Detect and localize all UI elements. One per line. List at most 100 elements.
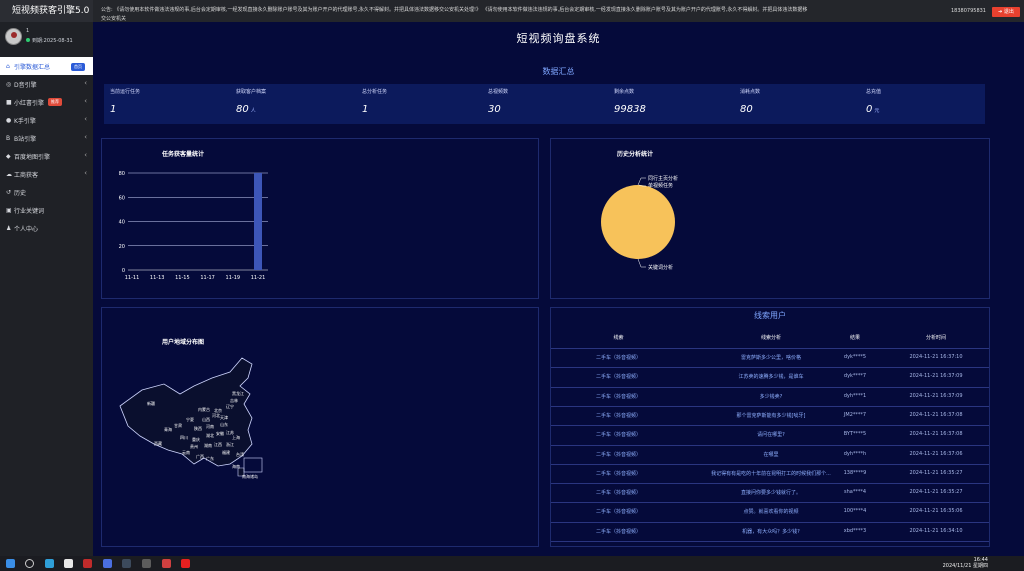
table-row[interactable]: 二手车（抖音视频） 雷克萨斯多少公里，啥价格 dyk****5 2024-11-21 …: [551, 348, 989, 367]
z-app-icon[interactable]: [162, 559, 171, 568]
map-label-beijing: 北京: [214, 407, 222, 413]
time-cell: 2024-11-21 16:37:08: [909, 431, 963, 438]
result-cell: dyh****h: [843, 450, 867, 457]
map-label-shaanxi: 陕西: [194, 425, 202, 431]
sidebar-item-4[interactable]: B B站引擎 ‹: [0, 129, 93, 147]
sidebar-item-5[interactable]: ◆ 百度地图引擎 ‹: [0, 147, 93, 165]
sidebar-item-7[interactable]: ↺ 历史: [0, 183, 93, 201]
sidebar-item-icon: ▣: [6, 206, 12, 214]
map-label-anhui: 安徽: [216, 430, 224, 436]
south-sea-box: [243, 457, 263, 473]
clock-date: 2024/11/21 星期四: [942, 563, 988, 569]
x-tick-label: 11-11: [125, 275, 140, 281]
map-label-chongqing: 重庆: [192, 436, 200, 442]
table-row[interactable]: 二手车（抖音视频） 在哪里 dyh****h 2024-11-21 16:37:06: [551, 444, 989, 464]
wps-icon[interactable]: [83, 559, 92, 568]
y-tick-label: 80: [119, 171, 125, 177]
stat-unit: 人: [250, 108, 256, 114]
sidebar-item-3[interactable]: ● K手引擎 ‹: [0, 111, 93, 129]
task-chart-panel: 任务获客量统计 0 20 40 60 80 11-11 11-13 11-15 11-17 11-…: [101, 138, 539, 299]
table-row[interactable]: 二手车（抖音视频） 请问在哪里? BYT****5 2024-11-21 16:37:…: [551, 425, 989, 444]
table-row[interactable]: 二手车（抖音视频） 直接问你要多少钱就行了。 sha****4 2024-11-21 …: [551, 483, 989, 502]
sidebar-item-label: 行业关键词: [14, 207, 45, 215]
stat-value: 99838: [614, 104, 646, 115]
table-row[interactable]: 二手车（抖音视频） 那个雷克萨斯能有多少钱[呲牙] JM2****7 2024-11-…: [551, 405, 989, 425]
stat-card-2: 总分析任务 1: [356, 84, 482, 124]
stat-label: 总充值: [866, 89, 882, 95]
system-clock[interactable]: 16:44 2024/11/21 星期四: [943, 557, 988, 569]
bar[interactable]: [254, 173, 262, 270]
map-label-yunnan: 云南: [182, 449, 190, 455]
result-cell: dyh****1: [843, 392, 867, 399]
table-row[interactable]: 二手车（抖音视频） 我记得有有是吃的十年前在昆明打工的时候我们那个... 138**…: [551, 463, 989, 483]
time-cell: 2024-11-21 16:35:06: [909, 508, 963, 515]
sidebar-item-label: 个人中心: [14, 225, 39, 233]
sidebar-item-label: B站引擎: [14, 135, 37, 143]
lead-cell: 二手车（抖音视频）: [595, 451, 641, 458]
sidebar-item-label: 历史: [14, 189, 27, 197]
lead-cell: 二手车（抖音视频）: [595, 528, 641, 535]
file-icon[interactable]: [142, 559, 151, 568]
pie-slice[interactable]: [601, 185, 675, 259]
table-row[interactable]: 二手车（抖音视频）多少钱?BYT****12024-11-21 16:34:03: [551, 541, 989, 546]
map-label-jilin: 吉林: [230, 397, 238, 403]
pie-label: 关键词分析: [648, 264, 673, 271]
china-map[interactable]: 新疆 西藏 内蒙古 黑龙江 吉林 辽宁 河北 北京 天津 山东 江苏 上海 浙江…: [102, 308, 540, 548]
avatar[interactable]: [5, 28, 22, 45]
result-cell: 138****9: [843, 469, 867, 476]
stat-value-wrap: 1: [110, 104, 118, 115]
app-icon[interactable]: [122, 559, 131, 568]
sidebar-item-8[interactable]: ▣ 行业关键词: [0, 201, 93, 219]
table-row[interactable]: 二手车（抖音视频） 多少钱卖? dyh****1 2024-11-21 16:37:0…: [551, 386, 989, 406]
stat-card-3: 总视频数 30: [482, 84, 608, 124]
sidebar-item-icon: ♟: [6, 224, 12, 232]
stat-label: 当前运行任务: [110, 89, 141, 95]
wechat-icon[interactable]: [64, 559, 73, 568]
edge-icon[interactable]: [45, 559, 54, 568]
search-icon[interactable]: [25, 559, 34, 568]
sidebar-item-0[interactable]: ⌂ 引擎数据汇总 首页: [0, 57, 93, 75]
table-row[interactable]: 二手车（抖音视频） 机器，有大众吗？多少钱? xbd****3 2024-11-21 …: [551, 521, 989, 541]
pie-leader-line: [637, 258, 646, 268]
sidebar-item-6[interactable]: ☁ 工商获客 ‹: [0, 165, 93, 183]
sidebar-item-icon: ⌂: [6, 62, 10, 70]
sidebar-item-icon: B: [6, 134, 11, 142]
stat-label: 总视频数: [488, 89, 509, 95]
map-label-shanxi: 山西: [202, 416, 210, 422]
map-label-qinghai: 青海: [164, 426, 172, 432]
sidebar-item-label: 小红書引擎: [14, 99, 45, 107]
map-panel: 用户地域分布图 新疆 西藏 内蒙古 黑龙江 吉林 辽宁 河北 北京 天津 山东 …: [101, 307, 539, 547]
x-tick-label: 11-13: [150, 275, 165, 281]
sidebar-item-9[interactable]: ♟ 个人中心: [0, 219, 93, 237]
lead-cell: 二手车（抖音视频）: [595, 355, 641, 361]
stat-label: 剩余点数: [614, 89, 635, 95]
lead-cell: 二手车（抖音视频）: [595, 412, 641, 419]
pie-label: 同行主页分析: [648, 175, 678, 182]
result-cell: dyk****7: [843, 373, 867, 380]
red-app-icon[interactable]: [181, 559, 190, 568]
sidebar-item-label: 引擎数据汇总: [14, 63, 51, 71]
table-row[interactable]: 二手车（抖音视频） 点赞。就喜欢看你的视频 100****4 2024-11-21 1…: [551, 502, 989, 521]
expire-date: 到期:2025-08-31: [26, 37, 73, 44]
sidebar-item-2[interactable]: ■ 小红書引擎 推荐 ‹: [0, 93, 93, 111]
qq-browser-icon[interactable]: [103, 559, 112, 568]
sidebar-item-icon: ☁: [6, 170, 12, 178]
table-row[interactable]: 二手车（抖音视频） 江苏卖的速腾多少钱，是谁车 dyk****7 2024-11-21…: [551, 367, 989, 386]
map-label-hunan: 湖南: [204, 442, 212, 448]
time-cell: 2024-11-21 16:37:08: [909, 411, 963, 418]
x-tick-label: 11-19: [226, 275, 241, 281]
chevron-left-icon: ‹: [84, 97, 87, 105]
logout-button[interactable]: ➔ 退出: [992, 7, 1020, 17]
summary-title: 数据汇总: [542, 67, 575, 76]
chevron-left-icon: ‹: [84, 169, 87, 177]
leads-panel: 线索用户 线索 线索分析 结果 分析时间 二手车（抖音视频） 雷克萨斯多少公里，啥…: [550, 307, 990, 547]
x-tick-label: 11-21: [251, 275, 266, 281]
result-cell: dyk****5: [843, 354, 867, 360]
history-pie-chart: 同行主页分析单视频任务关键词分析: [601, 175, 678, 271]
stat-label: 消耗点数: [740, 89, 761, 95]
stats-bar: 当前运行任务 1 获取客户档案 80 人总分析任务 1 总视频数 30 剩余点数 99838 消耗点…: [104, 84, 985, 124]
sidebar-item-1[interactable]: ◎ D音引擎 ‹: [0, 75, 93, 93]
result-cell: BYT****5: [843, 431, 867, 438]
time-cell: 2024-11-21 16:34:10: [909, 527, 963, 534]
windows-start-icon[interactable]: [6, 559, 15, 568]
